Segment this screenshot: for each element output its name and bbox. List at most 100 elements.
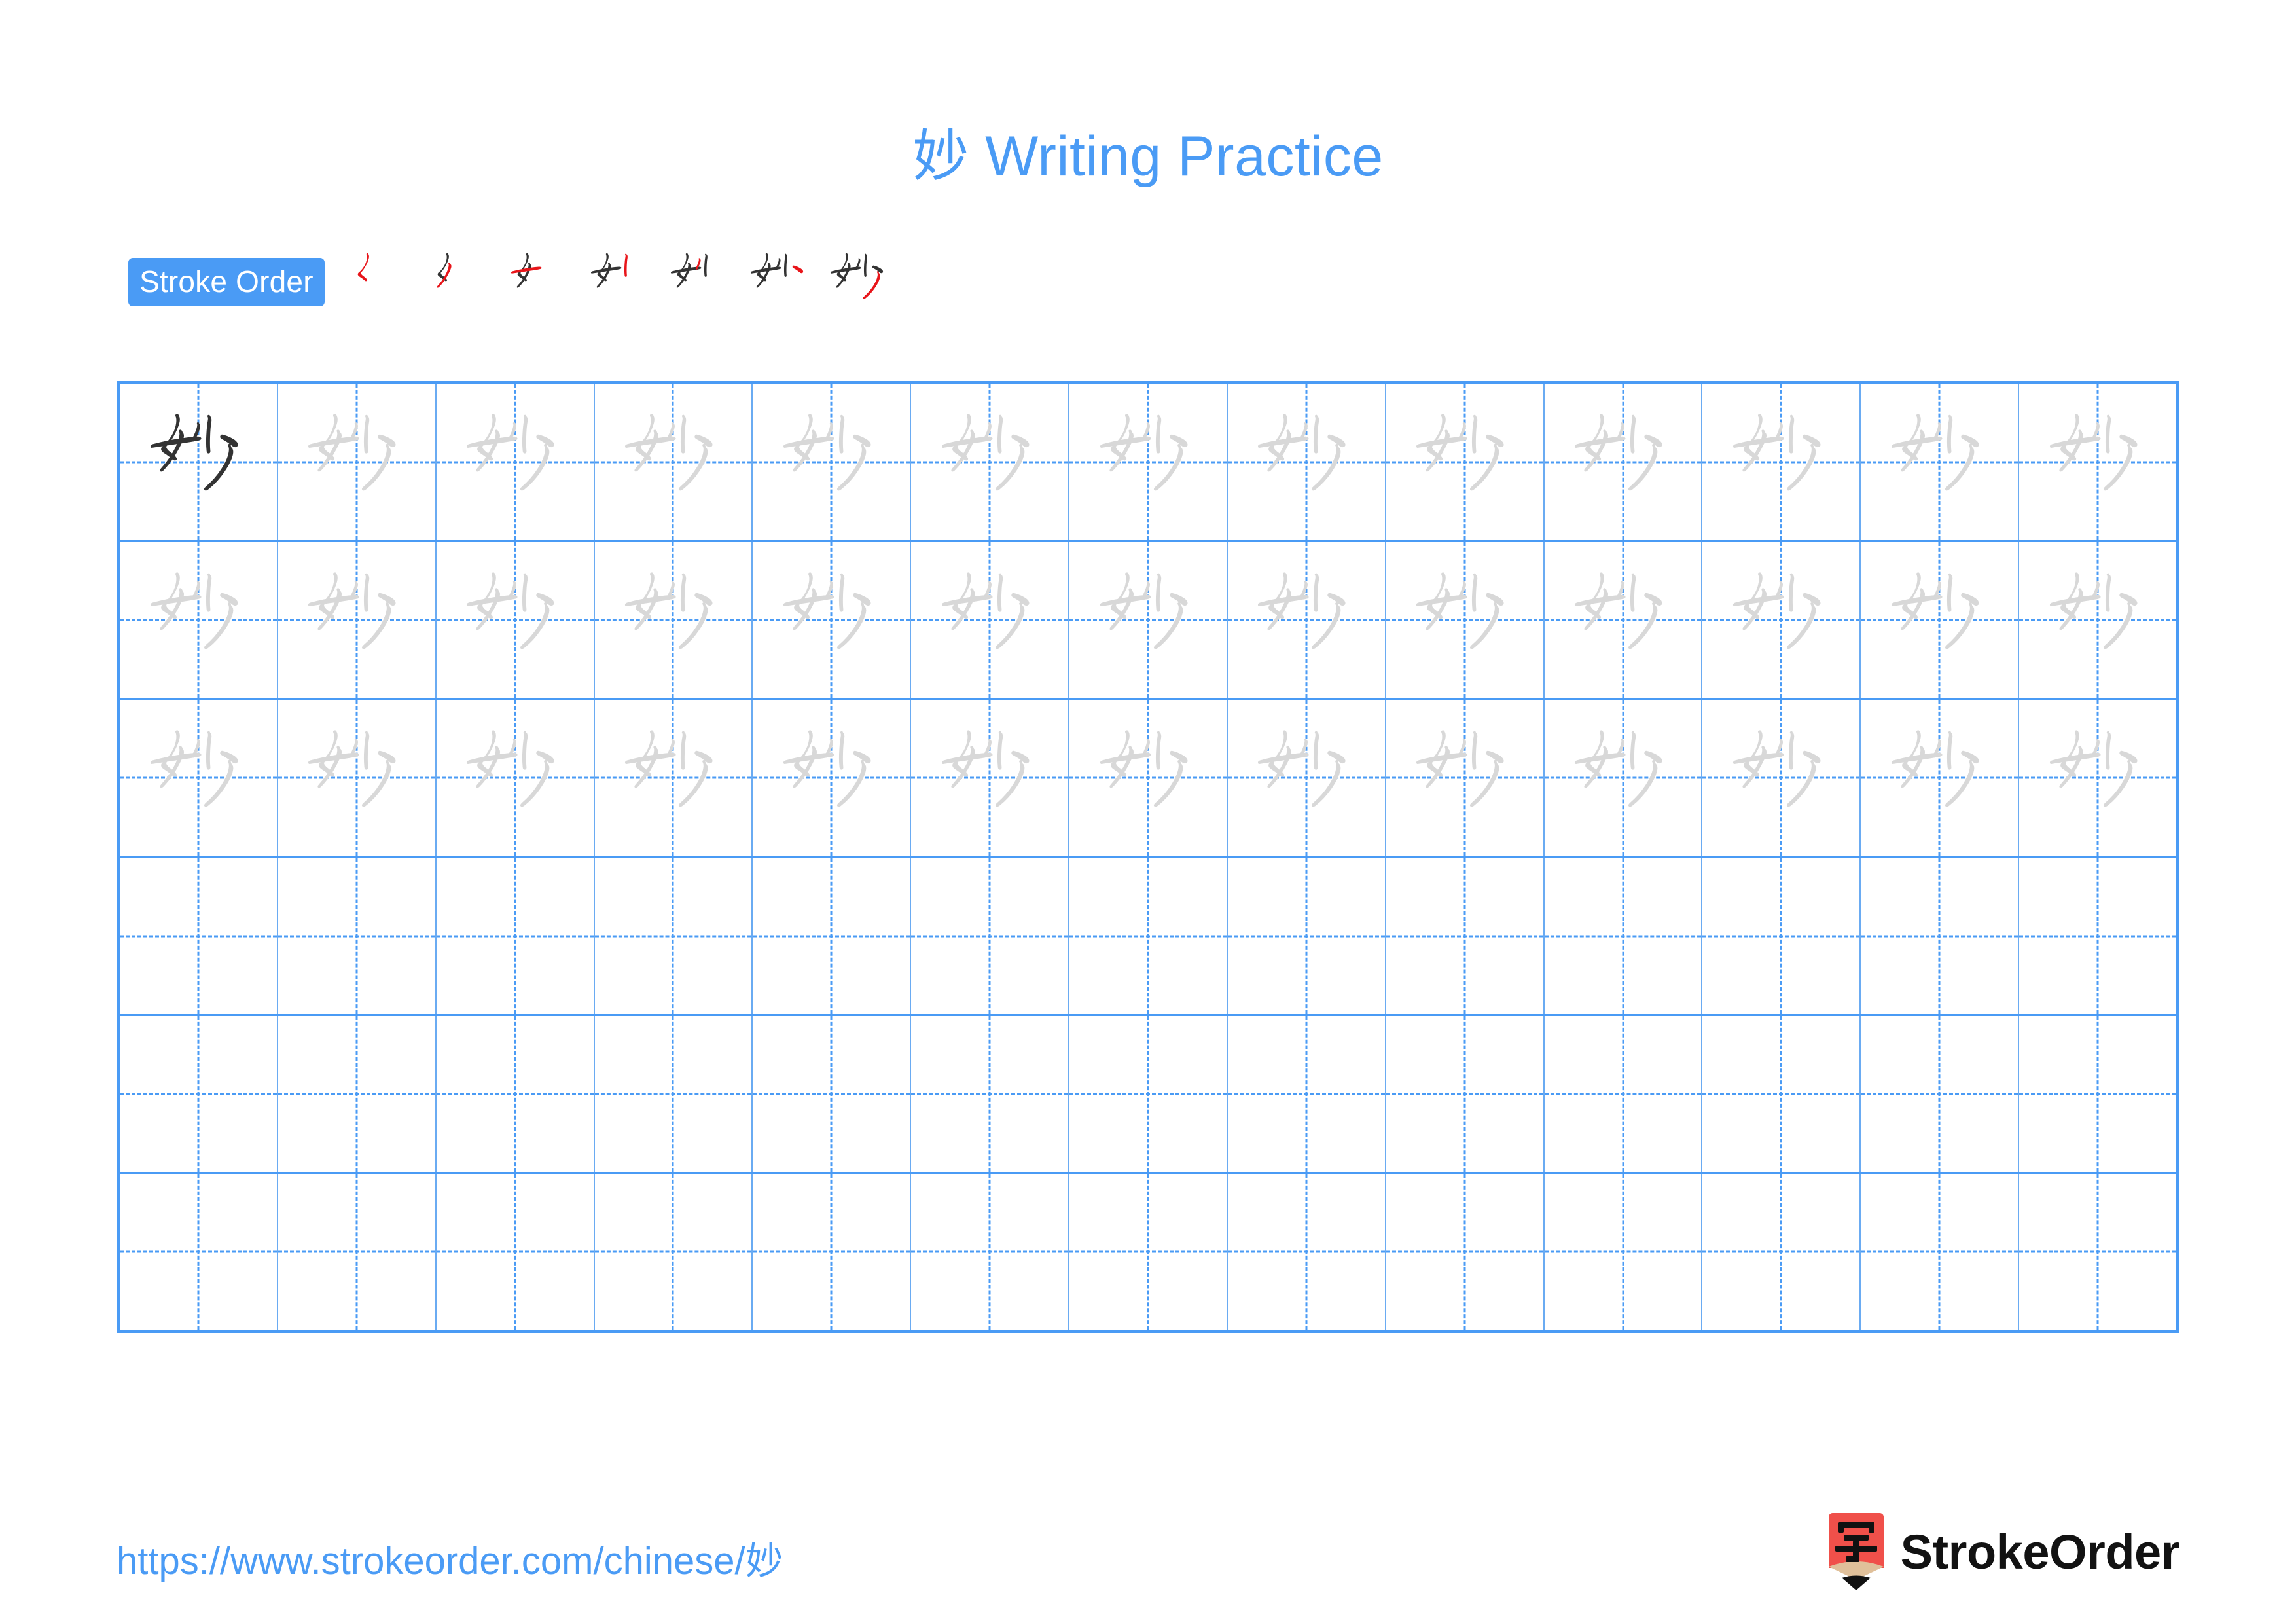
practice-cell-r3-c5[interactable] <box>753 700 912 856</box>
practice-cell-r3-c2[interactable] <box>278 700 437 856</box>
practice-cell-r6-c10[interactable] <box>1545 1173 1703 1330</box>
practice-cell-r6-c4[interactable] <box>595 1173 753 1330</box>
practice-cell-r6-c13[interactable] <box>2019 1174 2176 1330</box>
practice-cell-r2-c3[interactable] <box>437 542 595 699</box>
practice-cell-r1-c4[interactable] <box>595 384 753 541</box>
trace-character <box>753 542 910 698</box>
practice-cell-r4-c12[interactable] <box>1861 858 2020 1014</box>
practice-cell-r4-c13[interactable] <box>2019 858 2176 1014</box>
practice-cell-r5-c9[interactable] <box>1386 1015 1545 1172</box>
practice-cell-r6-c12[interactable] <box>1861 1173 2020 1330</box>
trace-character <box>1702 700 1859 856</box>
practice-cell-r1-c7[interactable] <box>1069 384 1228 541</box>
stroke-order-step-1 <box>342 244 419 321</box>
practice-cell-r4-c2[interactable] <box>278 858 437 1014</box>
practice-cell-r6-c3[interactable] <box>437 1173 595 1330</box>
practice-cell-r4-c5[interactable] <box>753 858 912 1014</box>
practice-cell-r5-c7[interactable] <box>1069 1015 1228 1172</box>
practice-cell-r3-c11[interactable] <box>1702 700 1861 856</box>
practice-cell-r4-c11[interactable] <box>1702 858 1861 1014</box>
practice-cell-r4-c9[interactable] <box>1386 858 1545 1014</box>
practice-cell-r1-c9[interactable] <box>1386 384 1545 541</box>
practice-cell-r4-c4[interactable] <box>595 858 753 1014</box>
practice-cell-r5-c8[interactable] <box>1228 1015 1386 1172</box>
practice-cell-r5-c5[interactable] <box>753 1015 912 1172</box>
practice-cell-r6-c9[interactable] <box>1386 1173 1545 1330</box>
grid-row <box>120 1015 2176 1174</box>
practice-cell-r6-c8[interactable] <box>1228 1173 1386 1330</box>
practice-cell-r4-c1[interactable] <box>120 858 278 1014</box>
trace-character <box>278 384 435 540</box>
practice-cell-r2-c6[interactable] <box>911 542 1070 699</box>
trace-character <box>1069 384 1227 540</box>
practice-cell-r2-c7[interactable] <box>1069 542 1228 699</box>
practice-cell-r3-c9[interactable] <box>1386 700 1545 856</box>
trace-character <box>1069 700 1227 856</box>
practice-cell-r2-c11[interactable] <box>1702 542 1861 699</box>
practice-cell-r3-c12[interactable] <box>1861 700 2020 856</box>
practice-cell-r5-c4[interactable] <box>595 1015 753 1172</box>
practice-cell-r4-c10[interactable] <box>1545 858 1703 1014</box>
trace-character <box>1861 384 2018 540</box>
stroke-order-step-6 <box>741 244 818 321</box>
practice-cell-r3-c6[interactable] <box>911 700 1070 856</box>
practice-cell-r6-c5[interactable] <box>753 1173 912 1330</box>
practice-cell-r1-c12[interactable] <box>1861 384 2020 541</box>
practice-cell-r6-c1[interactable] <box>120 1173 278 1330</box>
practice-cell-r5-c13[interactable] <box>2019 1016 2176 1172</box>
brand-name: StrokeOrder <box>1900 1524 2180 1579</box>
practice-cell-r5-c1[interactable] <box>120 1015 278 1172</box>
practice-cell-r1-c5[interactable] <box>753 384 912 541</box>
practice-cell-r2-c8[interactable] <box>1228 542 1386 699</box>
trace-character <box>1069 542 1227 698</box>
practice-cell-r3-c1[interactable] <box>120 700 278 856</box>
practice-cell-r3-c7[interactable] <box>1069 700 1228 856</box>
practice-cell-r3-c8[interactable] <box>1228 700 1386 856</box>
practice-cell-r3-c3[interactable] <box>437 700 595 856</box>
practice-cell-r1-c11[interactable] <box>1702 384 1861 541</box>
trace-character <box>1228 700 1385 856</box>
practice-cell-r5-c11[interactable] <box>1702 1015 1861 1172</box>
practice-cell-r1-c13[interactable] <box>2019 384 2176 540</box>
practice-cell-r6-c11[interactable] <box>1702 1173 1861 1330</box>
trace-character <box>1228 384 1385 540</box>
pencil-icon <box>1826 1513 1886 1590</box>
practice-cell-r2-c5[interactable] <box>753 542 912 699</box>
practice-cell-r1-c10[interactable] <box>1545 384 1703 541</box>
trace-character <box>1228 542 1385 698</box>
practice-cell-r1-c8[interactable] <box>1228 384 1386 541</box>
practice-cell-r5-c2[interactable] <box>278 1015 437 1172</box>
practice-cell-r4-c8[interactable] <box>1228 858 1386 1014</box>
practice-cell-r2-c10[interactable] <box>1545 542 1703 699</box>
practice-cell-r2-c12[interactable] <box>1861 542 2020 699</box>
practice-cell-r4-c7[interactable] <box>1069 858 1228 1014</box>
practice-cell-r5-c10[interactable] <box>1545 1015 1703 1172</box>
practice-cell-r2-c13[interactable] <box>2019 542 2176 698</box>
practice-cell-r1-c1[interactable] <box>120 384 278 541</box>
practice-cell-r2-c2[interactable] <box>278 542 437 699</box>
practice-cell-r1-c6[interactable] <box>911 384 1070 541</box>
trace-character <box>278 542 435 698</box>
grid-row <box>120 384 2176 543</box>
practice-cell-r4-c3[interactable] <box>437 858 595 1014</box>
practice-cell-r2-c4[interactable] <box>595 542 753 699</box>
trace-character <box>911 542 1068 698</box>
practice-cell-r6-c6[interactable] <box>911 1173 1070 1330</box>
practice-cell-r3-c13[interactable] <box>2019 700 2176 856</box>
practice-cell-r5-c3[interactable] <box>437 1015 595 1172</box>
practice-cell-r5-c6[interactable] <box>911 1015 1070 1172</box>
practice-cell-r3-c4[interactable] <box>595 700 753 856</box>
trace-character <box>911 384 1068 540</box>
practice-cell-r5-c12[interactable] <box>1861 1015 2020 1172</box>
practice-cell-r3-c10[interactable] <box>1545 700 1703 856</box>
practice-cell-r1-c3[interactable] <box>437 384 595 541</box>
stroke-order-step-7 <box>821 244 898 321</box>
practice-cell-r4-c6[interactable] <box>911 858 1070 1014</box>
practice-cell-r1-c2[interactable] <box>278 384 437 541</box>
practice-cell-r6-c7[interactable] <box>1069 1173 1228 1330</box>
practice-cell-r2-c9[interactable] <box>1386 542 1545 699</box>
practice-cell-r2-c1[interactable] <box>120 542 278 699</box>
stroke-order-step-4 <box>581 244 658 321</box>
footer-url[interactable]: https://www.strokeorder.com/chinese/妙 <box>117 1530 783 1585</box>
practice-cell-r6-c2[interactable] <box>278 1173 437 1330</box>
